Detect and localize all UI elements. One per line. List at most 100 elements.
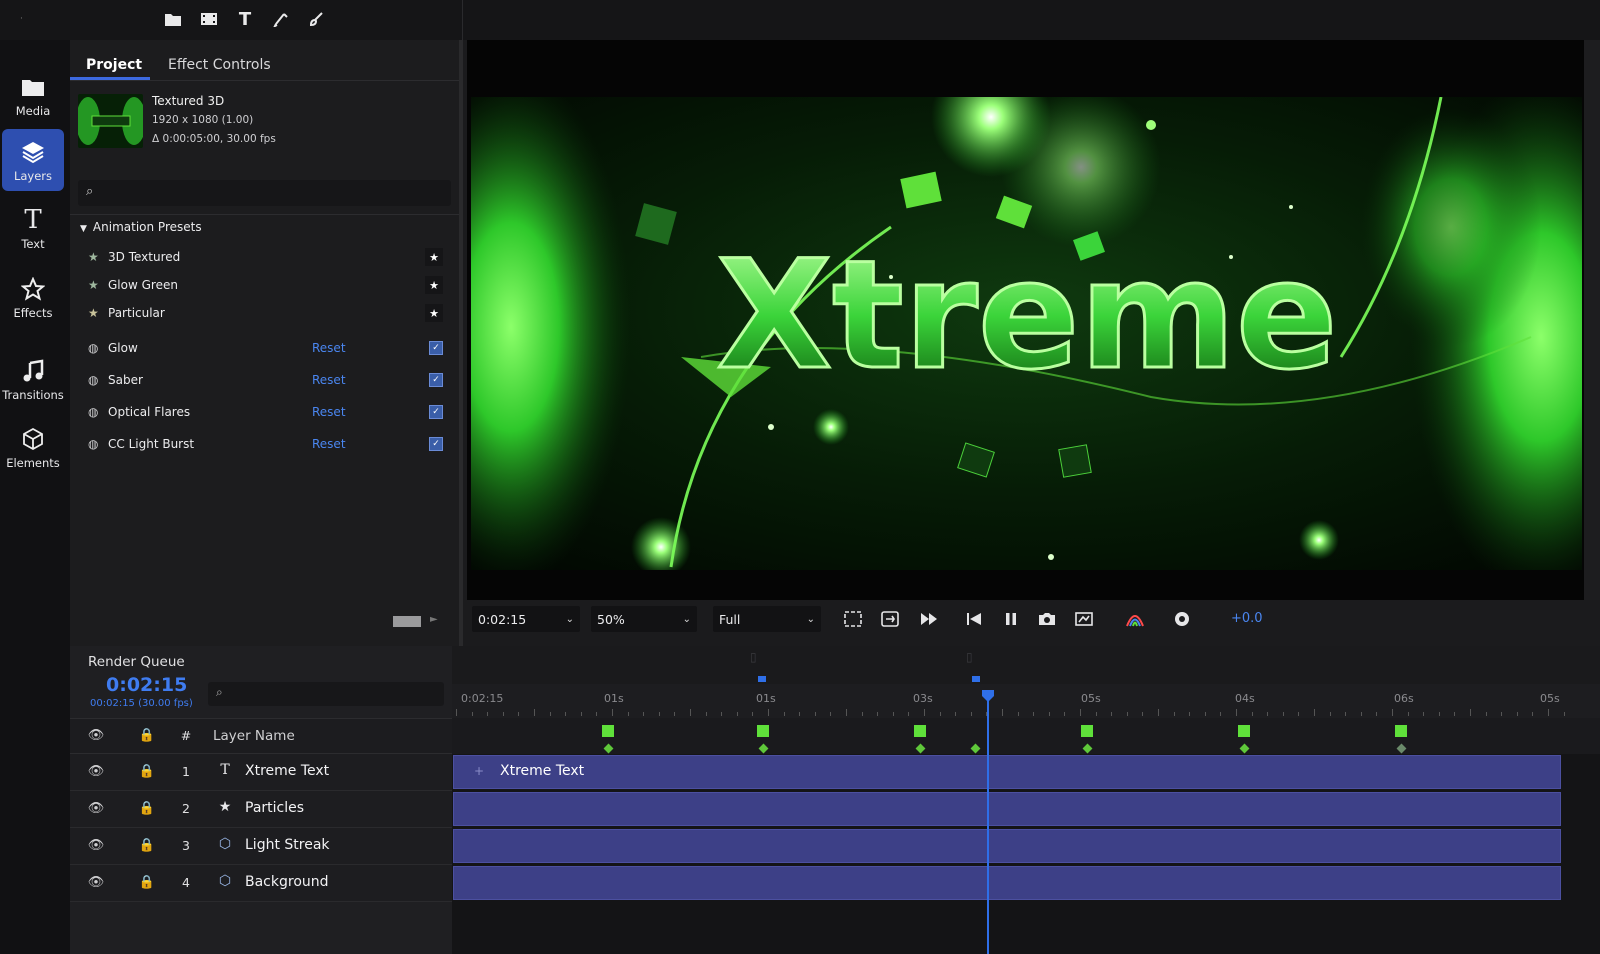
preset-item[interactable]: ★ 3D Textured ★ (70, 243, 459, 271)
keyframe-diamond[interactable] (915, 743, 926, 754)
rail-item-layers[interactable]: Layers (2, 129, 64, 191)
layer-row[interactable]: 👁 🔒 1 T Xtreme Text (70, 754, 452, 791)
eye-icon[interactable]: 👁 (86, 838, 106, 853)
timeline-marker[interactable] (972, 676, 980, 682)
keyframe-diamond[interactable] (1239, 743, 1250, 754)
layer-clip[interactable]: + Xtreme Text (453, 755, 1561, 789)
keyframe[interactable] (1238, 725, 1250, 737)
layer-clip[interactable] (453, 792, 1561, 826)
exposure-offset-value[interactable]: +0.0 (1231, 611, 1263, 626)
text-tool-glyph: T (238, 8, 252, 30)
effect-enabled-checkbox[interactable]: ✓ (429, 437, 443, 451)
rail-item-transitions[interactable]: Transitions (2, 348, 64, 410)
keyframe-diamond[interactable] (970, 743, 981, 754)
left-rail: Media Layers T Text Effects Transitions (0, 40, 70, 954)
fit-frame-icon[interactable] (878, 607, 902, 631)
effect-item[interactable]: ◍ Optical Flares Reset ✓ (70, 398, 459, 426)
keyframe[interactable] (914, 725, 926, 737)
eye-icon[interactable]: 👁 (86, 875, 106, 890)
rail-item-media[interactable]: Media (2, 64, 64, 126)
film-icon[interactable] (196, 6, 222, 32)
eye-icon[interactable]: 👁 (86, 764, 106, 779)
ruler-tick (908, 712, 910, 716)
exposure-icon[interactable] (1170, 607, 1194, 631)
effect-item[interactable]: ◍ Glow Reset ✓ (70, 334, 459, 362)
tab-effect-controls[interactable]: Effect Controls (168, 48, 271, 82)
pause-icon[interactable] (999, 607, 1023, 631)
panel-scrollbar[interactable] (393, 616, 421, 627)
camera-icon[interactable] (1035, 607, 1059, 631)
preview-frame[interactable]: Xtreme (471, 97, 1582, 570)
eye-icon[interactable]: 👁 (86, 728, 106, 743)
reset-button[interactable]: Reset (312, 373, 346, 387)
layer-search-input[interactable]: ⌕ (208, 682, 444, 706)
snapshot-compare-icon[interactable] (1072, 607, 1096, 631)
rail-label: Media (15, 104, 51, 118)
rail-item-effects[interactable]: Effects (2, 266, 64, 328)
app-menu-dot[interactable]: · (20, 14, 23, 24)
folder-icon[interactable] (160, 6, 186, 32)
layer-row[interactable]: 👁 🔒 3 ⬡ Light Streak (70, 828, 452, 865)
favorite-star-button[interactable]: ★ (425, 276, 443, 294)
reset-button[interactable]: Reset (312, 341, 346, 355)
region-of-interest-icon[interactable] (841, 607, 865, 631)
effect-item[interactable]: ◍ Saber Reset ✓ (70, 366, 459, 394)
project-thumbnail[interactable] (78, 94, 143, 148)
keyframe[interactable] (1395, 725, 1407, 737)
ruler-tick (1407, 712, 1409, 716)
layer-clip[interactable] (453, 829, 1561, 863)
time-select[interactable]: 0:02:15 ⌄ (472, 606, 580, 632)
project-search-input[interactable]: ⌕ (78, 180, 451, 206)
effect-item[interactable]: ◍ CC Light Burst Reset ✓ (70, 430, 459, 458)
time-ruler[interactable]: 0:02:15 01s 01s 03s 05s 04s 06s 05s (452, 684, 1600, 718)
lock-icon[interactable]: 🔒 (137, 801, 157, 816)
ruler-tick (1376, 712, 1378, 716)
keyframe-diamond[interactable] (603, 743, 614, 754)
chevron-down-icon: ▼ (80, 224, 87, 234)
expand-clip-icon[interactable]: + (474, 764, 484, 778)
skip-back-icon[interactable] (962, 607, 986, 631)
current-timecode[interactable]: 0:02:15 (106, 674, 187, 696)
clip-label: Xtreme Text (500, 763, 585, 779)
keyframe-diamond[interactable] (1396, 743, 1407, 754)
layer-row[interactable]: 👁 🔒 2 ★ Particles (70, 791, 452, 828)
effect-enabled-checkbox[interactable]: ✓ (429, 405, 443, 419)
ruler-tick (1126, 712, 1128, 716)
timeline-marker[interactable] (758, 676, 766, 682)
effect-enabled-checkbox[interactable]: ✓ (429, 341, 443, 355)
effect-enabled-checkbox[interactable]: ✓ (429, 373, 443, 387)
scroll-right-icon[interactable]: ► (430, 614, 438, 625)
color-wheel-icon[interactable] (1123, 607, 1147, 631)
preset-item[interactable]: ★ Glow Green ★ (70, 271, 459, 299)
keyframe-diamond[interactable] (758, 743, 769, 754)
reset-button[interactable]: Reset (312, 405, 346, 419)
keyframe-diamond[interactable] (1082, 743, 1093, 754)
lock-icon[interactable]: 🔒 (137, 875, 157, 890)
favorite-star-button[interactable]: ★ (425, 248, 443, 266)
favorite-star-button[interactable]: ★ (425, 304, 443, 322)
ruler-tick (1438, 712, 1440, 716)
quality-select[interactable]: Full ⌄ (713, 606, 821, 632)
keyframe[interactable] (602, 725, 614, 737)
keyframe[interactable] (1081, 725, 1093, 737)
ruler-tick (1392, 709, 1393, 716)
brush-tool-icon[interactable] (304, 6, 330, 32)
keyframe[interactable] (757, 725, 769, 737)
fast-forward-icon[interactable] (917, 607, 941, 631)
lock-icon[interactable]: 🔒 (137, 764, 157, 779)
preset-item[interactable]: ★ Particular ★ (70, 299, 459, 327)
layer-name: Xtreme Text (245, 763, 330, 779)
eye-icon[interactable]: 👁 (86, 801, 106, 816)
lock-icon[interactable]: 🔒 (137, 728, 157, 743)
layer-clip[interactable] (453, 866, 1561, 900)
rail-item-elements[interactable]: Elements (2, 416, 64, 478)
pen-tool-icon[interactable] (268, 6, 294, 32)
zoom-select[interactable]: 50% ⌄ (591, 606, 697, 632)
reset-button[interactable]: Reset (312, 437, 346, 451)
lock-icon[interactable]: 🔒 (137, 838, 157, 853)
animation-presets-header[interactable]: ▼ Animation Presets (80, 220, 202, 234)
playhead[interactable] (987, 694, 989, 954)
text-tool-icon[interactable]: T (232, 6, 258, 32)
rail-item-text[interactable]: T Text (2, 197, 64, 259)
layer-row[interactable]: 👁 🔒 4 ⬡ Background (70, 865, 452, 902)
